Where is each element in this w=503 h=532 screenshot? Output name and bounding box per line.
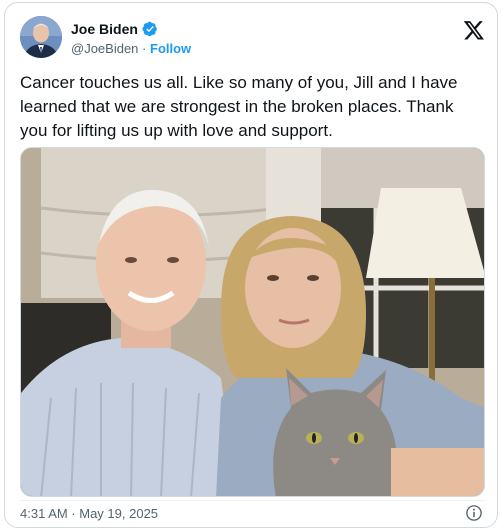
handle-separator: · [142,41,147,56]
author-handle-row: @JoeBiden · Follow [71,41,191,56]
verified-badge-icon [142,21,157,37]
follow-button[interactable]: Follow [150,41,191,56]
footer-divider [20,500,485,501]
tweet-card: Joe Biden @JoeBiden · Follow Cancer touc… [4,2,498,528]
tweet-photo[interactable] [20,147,485,497]
info-icon[interactable] [465,504,483,522]
author-handle[interactable]: @JoeBiden [71,41,138,56]
author-avatar[interactable] [20,16,62,58]
tweet-timestamp[interactable]: 4:31 AM · May 19, 2025 [20,506,158,521]
author-name-row: Joe Biden [71,21,158,37]
x-logo-icon[interactable] [463,19,485,41]
photo-image-icon [21,148,484,496]
tweet-text: Cancer touches us all. Like so many of y… [20,73,458,140]
author-name[interactable]: Joe Biden [71,21,138,37]
avatar-portrait-icon [20,16,62,58]
